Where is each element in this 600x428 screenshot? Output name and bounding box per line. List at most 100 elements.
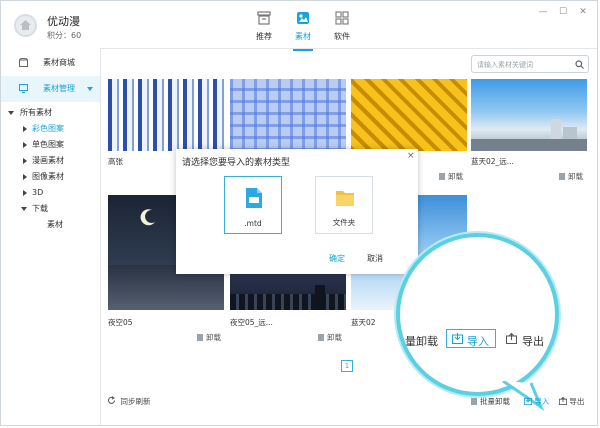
- trash-icon: [471, 398, 477, 405]
- tree-item-color[interactable]: 彩色图案: [1, 123, 100, 135]
- unload-button[interactable]: 卸载: [559, 171, 583, 182]
- dialog-close-button[interactable]: ×: [407, 151, 415, 161]
- app-title: 优动漫: [47, 15, 80, 28]
- tree-label: 素材: [47, 220, 63, 229]
- tab-recommend[interactable]: 推荐: [246, 11, 282, 42]
- sidebar-item-label: 素材商城: [43, 58, 75, 67]
- import-label: 导入: [534, 397, 550, 406]
- import-button[interactable]: 导入: [523, 396, 550, 407]
- option-folder[interactable]: 文件夹: [315, 176, 373, 234]
- tab-label: 素材: [295, 32, 311, 41]
- tree-label: 下载: [32, 204, 48, 213]
- recommend-icon: [257, 11, 271, 25]
- unload-button[interactable]: 卸载: [318, 332, 342, 343]
- tree-item-mono[interactable]: 单色图案: [1, 139, 100, 151]
- export-label: 导出: [569, 397, 585, 406]
- tree-label: 单色图案: [32, 140, 64, 149]
- software-icon: [335, 11, 349, 25]
- title-bar: 优动漫 积分：60 推荐 素材 软件 — ☐ ✕: [1, 1, 597, 51]
- option-mtd[interactable]: .mtd: [224, 176, 282, 234]
- collapse-icon: [23, 158, 27, 164]
- trash-icon: [559, 173, 565, 180]
- import-icon: [452, 333, 463, 344]
- unload-button[interactable]: 卸载: [197, 332, 221, 343]
- thumbnail-blue-sky[interactable]: [471, 79, 587, 151]
- expand-icon: [21, 207, 27, 211]
- collapse-icon: [23, 190, 27, 196]
- refresh-icon: [108, 396, 115, 404]
- tree-label: 漫画素材: [32, 156, 64, 165]
- sidebar-item-store[interactable]: 素材商城: [1, 50, 100, 76]
- app-window: 优动漫 积分：60 推荐 素材 软件 — ☐ ✕ 素材商城 素材管理 所有素材 …: [0, 0, 598, 426]
- magnified-import-label: 导入: [467, 335, 489, 348]
- tree-label: 图像素材: [32, 172, 64, 181]
- export-icon: [558, 396, 568, 406]
- thumbnail-caption: 夜空05: [108, 318, 133, 327]
- option-label: 文件夹: [332, 218, 356, 227]
- tree-item-root[interactable]: 所有素材: [1, 107, 100, 119]
- dialog-title: 请选择您要导入的素材类型: [182, 158, 291, 168]
- store-icon: [19, 58, 28, 67]
- sidebar-item-label: 素材管理: [43, 84, 75, 93]
- tab-software[interactable]: 软件: [324, 11, 360, 42]
- trash-icon: [318, 334, 324, 341]
- unload-label: 卸载: [327, 333, 342, 342]
- tree-item-download-material[interactable]: 素材: [1, 219, 100, 231]
- expand-icon: [8, 111, 14, 115]
- tab-label: 软件: [334, 32, 350, 41]
- tree-label: 3D: [32, 188, 44, 197]
- monitor-icon: [19, 84, 28, 93]
- credits-label: 积分：60: [47, 31, 82, 40]
- collapse-icon: [23, 174, 27, 180]
- tree-item-manga[interactable]: 漫画素材: [1, 155, 100, 167]
- unload-button[interactable]: 卸载: [439, 171, 463, 182]
- close-button[interactable]: ✕: [577, 7, 589, 17]
- tree-item-3d[interactable]: 3D: [1, 187, 100, 199]
- search-input[interactable]: 请输入素材关键词: [471, 55, 589, 73]
- collapse-icon: [23, 126, 27, 132]
- tab-material[interactable]: 素材: [285, 11, 321, 51]
- maximize-button[interactable]: ☐: [557, 7, 569, 17]
- collapse-icon: [23, 142, 27, 148]
- tree-label: 所有素材: [20, 108, 52, 117]
- tree-label: 彩色图案: [32, 124, 64, 133]
- page-indicator[interactable]: 1: [341, 360, 353, 372]
- unload-label: 卸载: [448, 172, 463, 181]
- folder-icon: [336, 191, 354, 206]
- export-button[interactable]: 导出: [558, 396, 585, 407]
- option-label: .mtd: [244, 219, 262, 228]
- batch-unload-button[interactable]: 批量卸载: [471, 396, 510, 407]
- thumbnail-caption: 蓝天02_远...: [471, 157, 514, 166]
- sidebar: 素材商城 素材管理 所有素材 彩色图案 单色图案 漫画素材 图像素材 3D 下载…: [1, 48, 101, 425]
- thumbnail-blue-plaid[interactable]: [230, 79, 346, 151]
- mtd-file-icon: [246, 188, 262, 208]
- minimize-button[interactable]: —: [537, 7, 549, 17]
- import-icon: [523, 397, 533, 406]
- confirm-button[interactable]: 确定: [329, 253, 345, 264]
- export-icon: [506, 333, 517, 344]
- sync-refresh-button[interactable]: 同步刷新: [107, 396, 151, 407]
- thumbnail-caption: 夜空05_远...: [230, 318, 273, 327]
- thumbnail-night-city[interactable]: [230, 271, 346, 310]
- unload-label: 卸载: [568, 172, 583, 181]
- moon-icon: [140, 209, 155, 226]
- search-icon[interactable]: [575, 60, 584, 69]
- tree-item-download[interactable]: 下载: [1, 203, 100, 215]
- batch-unload-label: 批量卸载: [480, 397, 510, 406]
- magnifier-callout: 批量卸载 导入 导出: [396, 233, 559, 396]
- material-icon: [297, 12, 309, 24]
- cancel-button[interactable]: 取消: [367, 253, 383, 264]
- sync-refresh-label: 同步刷新: [120, 397, 151, 406]
- thumbnail-blue-stripes[interactable]: [108, 79, 224, 151]
- tree-item-image[interactable]: 图像素材: [1, 171, 100, 183]
- magnified-import-button[interactable]: 导入: [446, 329, 496, 348]
- thumbnail-caption: 高张: [108, 157, 123, 166]
- chevron-down-icon: [87, 87, 93, 91]
- magnified-export-label: 导出: [522, 335, 544, 348]
- tab-label: 推荐: [256, 32, 272, 41]
- unload-label: 卸载: [206, 333, 221, 342]
- sidebar-item-manage[interactable]: 素材管理: [1, 76, 100, 102]
- magnified-batch-unload: 批量卸载: [396, 335, 438, 348]
- thumbnail-yellow-plaid[interactable]: [351, 79, 467, 151]
- user-avatar[interactable]: [14, 14, 37, 37]
